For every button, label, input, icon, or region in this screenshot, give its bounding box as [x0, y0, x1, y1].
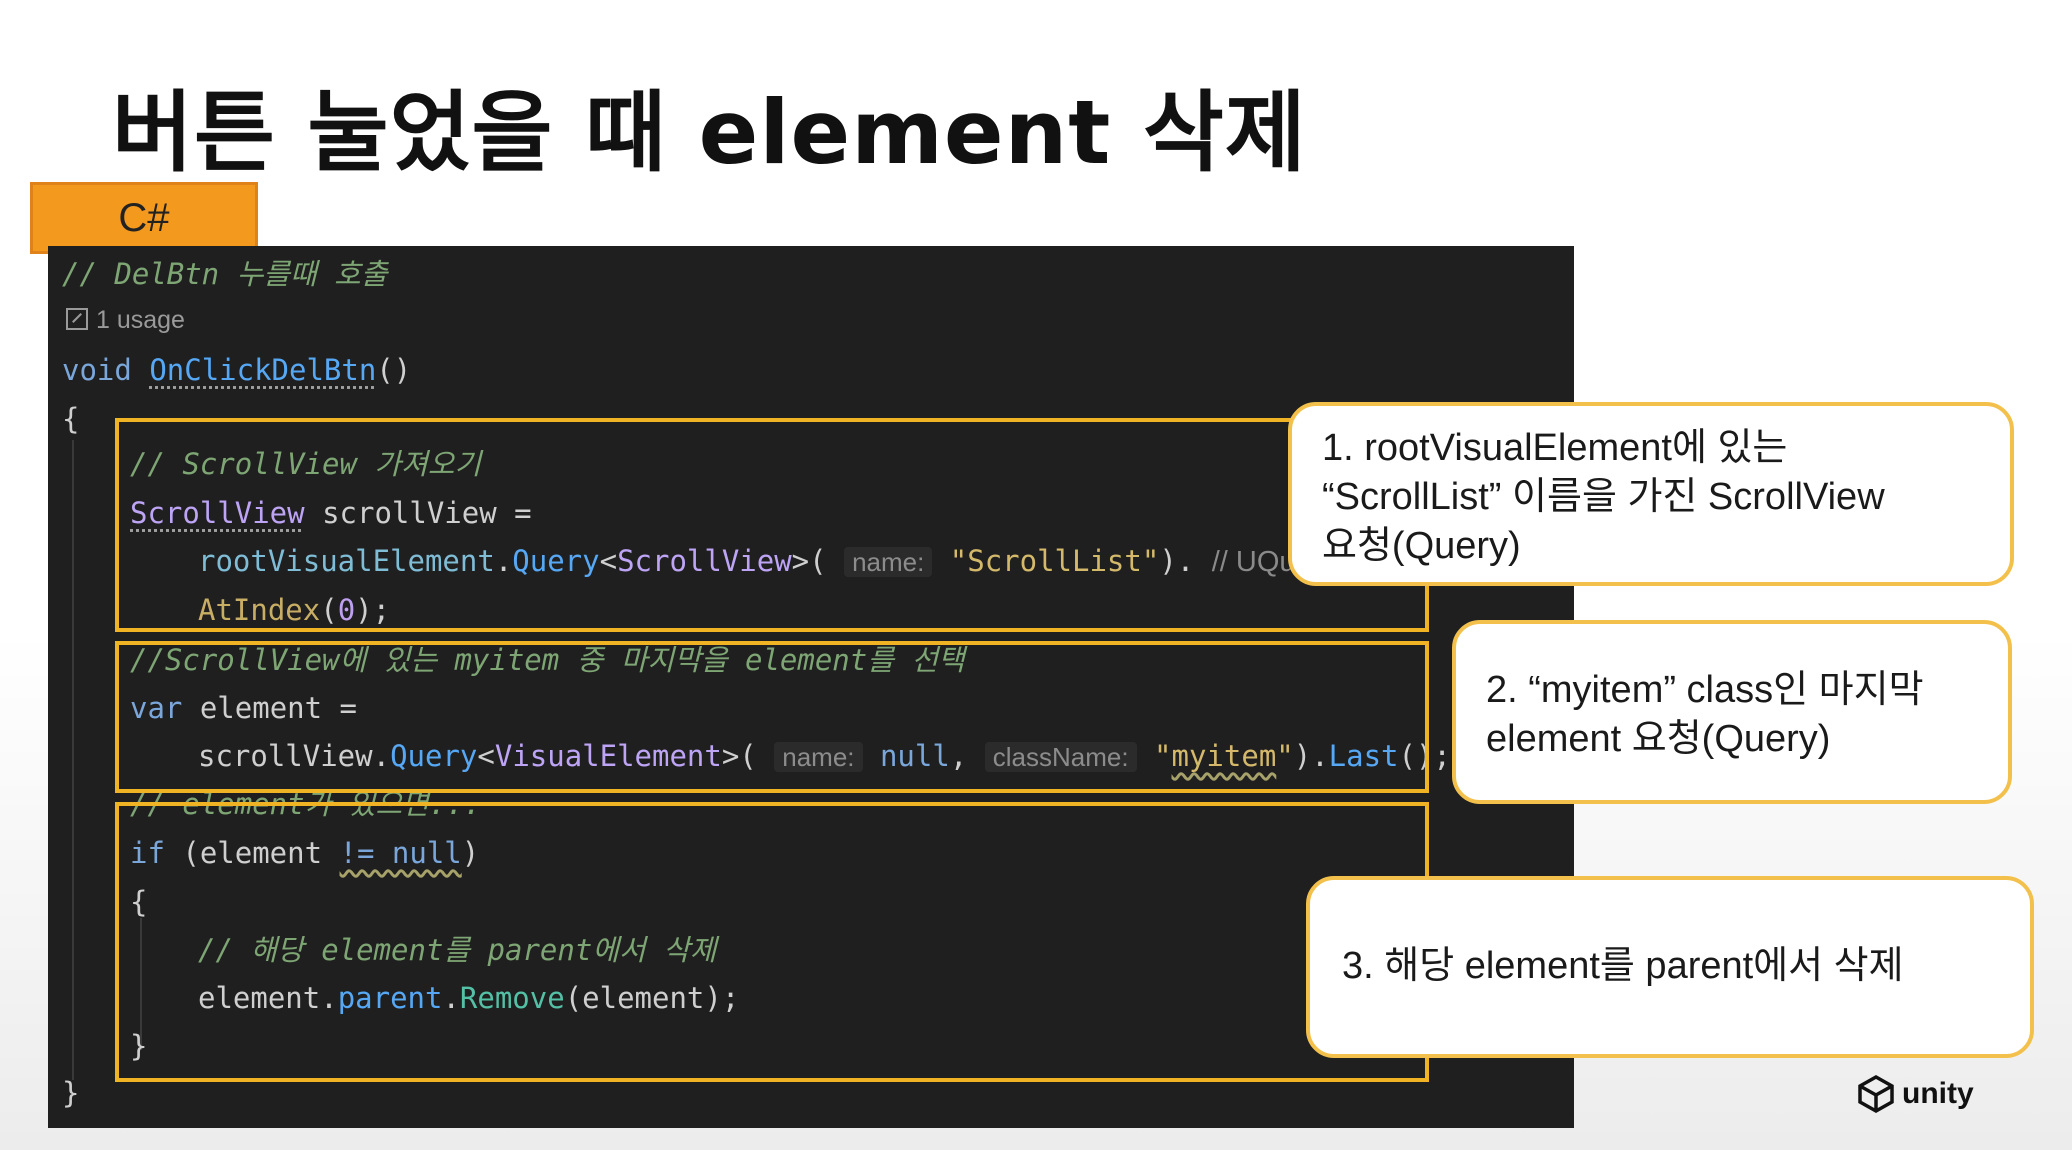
code-close-brace: }	[62, 1076, 80, 1110]
usage-label: 1 usage	[96, 306, 185, 334]
language-tab: C#	[30, 182, 258, 254]
highlight-box-2	[115, 641, 1429, 793]
unity-logo: unity	[1856, 1074, 1974, 1114]
callout-1: 1. rootVisualElement에 있는 “ScrollList” 이름…	[1246, 402, 2014, 586]
open-usage-icon	[66, 308, 88, 330]
unity-cube-icon	[1858, 1074, 1894, 1114]
code-line-method-signature: void OnClickDelBtn()	[62, 350, 411, 390]
callout-2-text: 2. “myitem” class인 마지막 element 요청(Query)	[1486, 669, 1924, 760]
code-comment-delbtn: // DelBtn 누를때 호출	[62, 257, 388, 291]
unity-logo-text: unity	[1902, 1077, 1974, 1110]
keyword-void: void	[62, 353, 150, 387]
code-open-brace: {	[62, 402, 80, 436]
callout-2: 2. “myitem” class인 마지막 element 요청(Query)	[1410, 620, 2012, 804]
highlight-box-3	[115, 802, 1429, 1082]
usage-hint: 1 usage	[66, 306, 185, 335]
callout-1-text: 1. rootVisualElement에 있는 “ScrollList” 이름…	[1322, 427, 1885, 567]
callout-3: 3. 해당 element를 parent에서 삭제	[1264, 876, 2034, 1058]
method-parens: ()	[376, 353, 412, 387]
slide-title: 버튼 눌었을 때 element 삭제	[112, 81, 1307, 184]
indent-guide	[72, 440, 74, 1080]
method-name: OnClickDelBtn	[149, 353, 377, 387]
highlight-box-1	[115, 418, 1429, 632]
callout-3-text: 3. 해당 element를 parent에서 삭제	[1342, 945, 1904, 987]
